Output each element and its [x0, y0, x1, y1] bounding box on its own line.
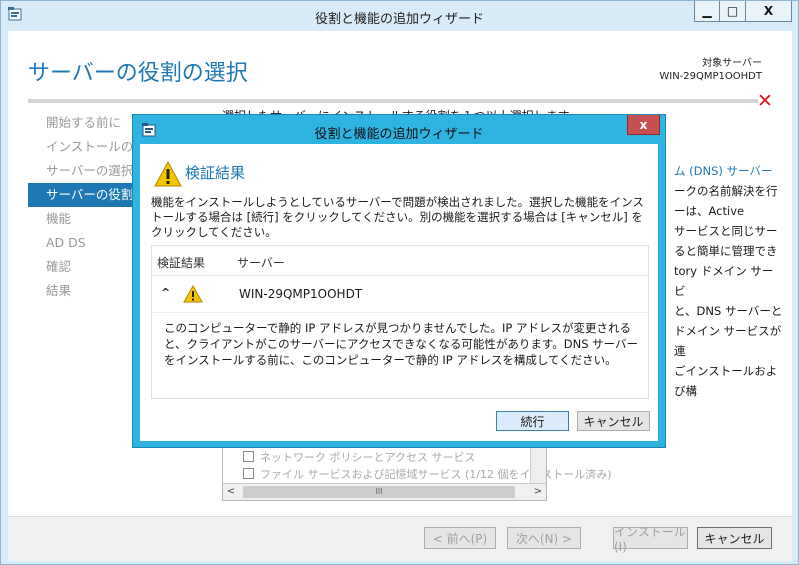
target-server: 対象サーバー WIN-29QMP1OOHDT: [659, 57, 762, 83]
cancel-button[interactable]: キャンセル: [697, 527, 772, 549]
result-server-name: WIN-29QMP1OOHDT: [239, 287, 363, 301]
result-detail: このコンピューターで静的 IP アドレスが見つかりませんでした。IP アドレスが…: [164, 321, 639, 367]
description-line: ーは、Active: [674, 204, 745, 218]
validation-results-grid: 検証結果 サーバー ^ WIN-29QMP1OOHDT このコンピューターで静的…: [151, 245, 649, 399]
grid-header: 検証結果 サーバー: [152, 246, 648, 276]
maximize-button[interactable]: □: [720, 1, 746, 22]
dialog-cancel-button[interactable]: キャンセル: [577, 411, 650, 431]
role-label: ファイル サービスおよび記憶域サービス (1/12 個をインストール済み): [260, 468, 612, 481]
dialog-title-bar[interactable]: 役割と機能の追加ウィザード x: [133, 115, 665, 144]
vertical-scrollbar[interactable]: [530, 448, 546, 484]
close-icon: X: [763, 4, 774, 18]
role-item[interactable]: ネットワーク ポリシーとアクセス サービス: [243, 450, 475, 466]
next-button[interactable]: 次へ(N) >: [507, 527, 581, 549]
maximize-icon: □: [726, 4, 739, 18]
description-line: ると簡単に管理でき: [674, 244, 778, 258]
prev-button[interactable]: < 前へ(P): [424, 527, 496, 549]
close-icon: x: [639, 117, 648, 132]
close-button[interactable]: X: [746, 1, 792, 22]
description-line: ム (DNS) サーバー: [674, 164, 773, 178]
dialog-close-button[interactable]: x: [627, 115, 660, 135]
dialog-title: 役割と機能の追加ウィザード: [314, 127, 484, 142]
description-line: サービスと同じサー: [674, 224, 778, 238]
window-title: 役割と機能の追加ウィザード: [314, 12, 484, 27]
role-checkbox[interactable]: [243, 451, 254, 462]
install-button[interactable]: インストール(I): [613, 525, 688, 554]
roles-list[interactable]: ネットワーク ポリシーとアクセス サービス ファイル サービスおよび記憶域サービ…: [222, 447, 612, 501]
role-label: ネットワーク ポリシーとアクセス サービス: [260, 451, 476, 464]
description-line: tory ドメイン サービ: [674, 264, 774, 298]
scroll-thumb[interactable]: III: [243, 486, 515, 498]
dialog-message: 機能をインストールしようとしているサーバーで問題が検出されました。選択した機能を…: [151, 195, 644, 239]
column-header-server[interactable]: サーバー: [237, 254, 285, 271]
description-line: ごインストールおよび構: [674, 364, 778, 398]
caption-buttons: ▁ □ X: [694, 1, 792, 22]
table-row[interactable]: ^ WIN-29QMP1OOHDT: [152, 277, 648, 313]
minimize-button[interactable]: ▁: [694, 1, 720, 22]
column-header-result[interactable]: 検証結果: [157, 254, 205, 271]
collapse-icon[interactable]: ^: [161, 286, 170, 299]
minimize-icon: ▁: [702, 4, 712, 18]
target-server-name: WIN-29QMP1OOHDT: [659, 71, 762, 82]
role-item[interactable]: ファイル サービスおよび記憶域サービス (1/12 個をインストール済み): [243, 467, 612, 483]
warning-icon: [183, 285, 203, 303]
title-bar[interactable]: 役割と機能の追加ウィザード ▁ □ X: [1, 1, 798, 31]
scroll-left-icon[interactable]: <: [223, 484, 239, 500]
scroll-right-icon[interactable]: >: [530, 484, 546, 500]
description-line: と、DNS サーバーと: [674, 304, 783, 318]
continue-button[interactable]: 続行: [496, 411, 569, 431]
description-line: ークの名前解決を行: [674, 184, 778, 198]
horizontal-scrollbar[interactable]: < III >: [223, 483, 546, 500]
validation-dialog: 役割と機能の追加ウィザード x 検証結果 機能をインストールしようとしているサー…: [132, 114, 666, 448]
dialog-heading: 検証結果: [185, 164, 246, 182]
warning-icon: [154, 161, 182, 187]
target-server-label: 対象サーバー: [702, 58, 762, 69]
header-divider: [28, 99, 758, 103]
wizard-footer: < 前へ(P) 次へ(N) > インストール(I) キャンセル: [8, 516, 792, 561]
page-title: サーバーの役割の選択: [28, 61, 248, 86]
role-description: ム (DNS) サーバー ークの名前解決を行 ーは、Active サービスと同じ…: [674, 161, 784, 401]
role-checkbox[interactable]: [243, 468, 254, 479]
dialog-body: 検証結果 機能をインストールしようとしているサーバーで問題が検出されました。選択…: [140, 144, 658, 441]
description-line: ドメイン サービスが連: [674, 324, 782, 358]
